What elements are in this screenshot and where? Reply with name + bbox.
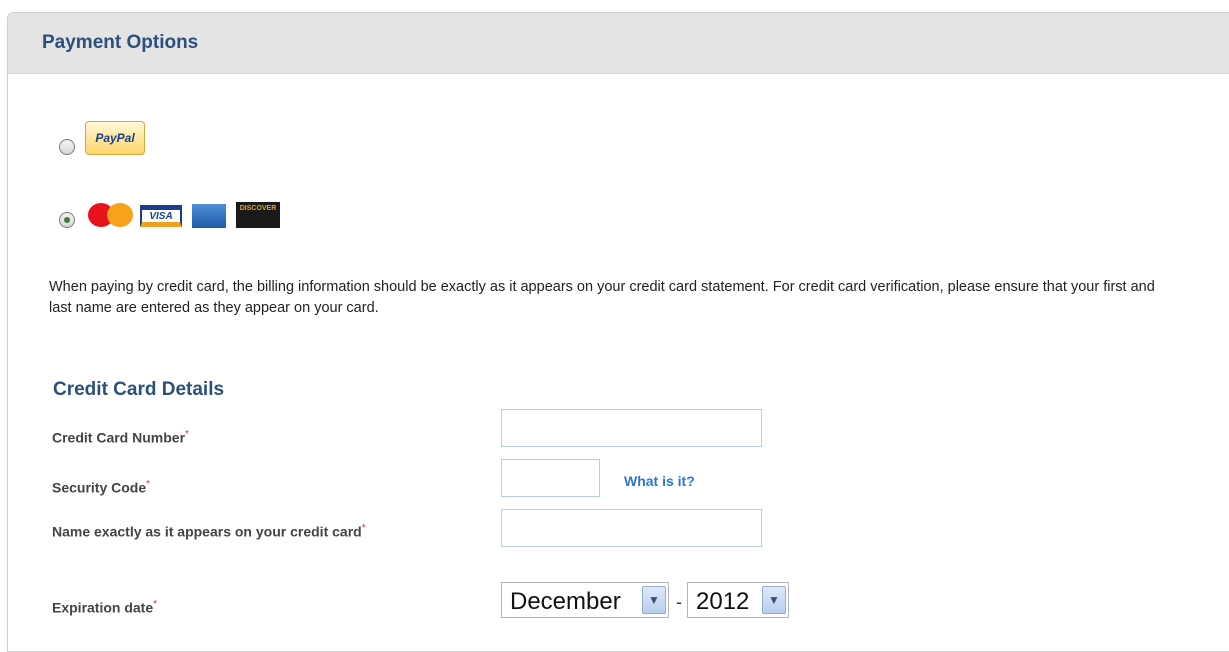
what-is-it-link[interactable]: What is it? [624, 473, 695, 489]
required-marker: * [153, 599, 158, 610]
payment-options-panel: Payment Options [7, 12, 1229, 652]
required-marker: * [185, 429, 189, 440]
expiration-date-label: Expiration date* [52, 599, 158, 616]
card-number-label: Credit Card Number* [52, 429, 189, 446]
chevron-down-icon[interactable]: ▼ [762, 586, 786, 614]
mastercard-logo-icon [88, 203, 134, 227]
name-on-card-input[interactable] [501, 509, 762, 547]
paypal-radio[interactable] [59, 139, 75, 155]
paypal-logo-text: PayPal [95, 131, 135, 145]
expiration-year-value: 2012 [696, 588, 750, 615]
credit-card-radio[interactable] [59, 212, 75, 228]
credit-card-details-title: Credit Card Details [53, 379, 225, 400]
chevron-down-icon[interactable]: ▼ [642, 586, 666, 614]
paypal-logo-icon[interactable]: PayPal [85, 121, 145, 155]
visa-logo-icon: VISA [140, 205, 182, 227]
amex-logo-icon [192, 204, 226, 228]
panel-header: Payment Options [8, 13, 1229, 74]
expiration-separator: - [676, 592, 682, 612]
card-number-input[interactable] [501, 409, 762, 447]
security-code-label: Security Code* [52, 479, 151, 496]
panel-title: Payment Options [42, 32, 199, 53]
expiration-month-value: December [510, 588, 621, 615]
required-marker: * [361, 523, 366, 534]
billing-info-text: When paying by credit card, the billing … [49, 279, 1155, 316]
required-marker: * [146, 479, 151, 490]
security-code-input[interactable] [501, 459, 600, 497]
expiration-month-select[interactable]: December ▼ [501, 582, 669, 618]
name-on-card-label: Name exactly as it appears on your credi… [52, 523, 366, 540]
expiration-year-select[interactable]: 2012 ▼ [687, 582, 789, 618]
discover-logo-icon: DISCOVER [236, 202, 280, 228]
